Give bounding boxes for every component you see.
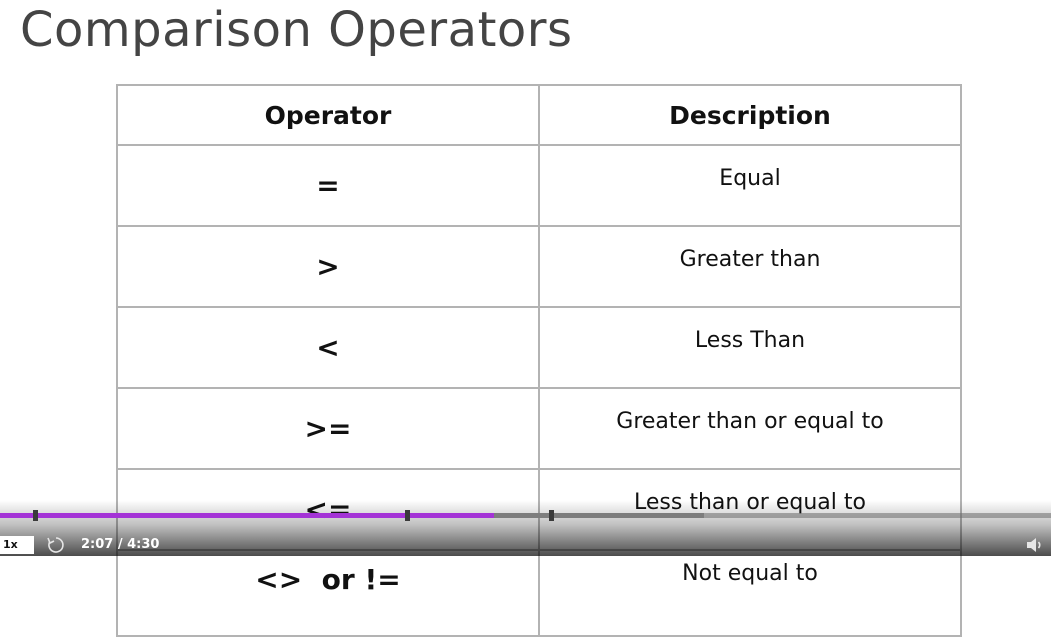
replay-icon[interactable] (46, 535, 66, 555)
chapter-marker[interactable] (405, 510, 410, 521)
slide-title: Comparison Operators (20, 2, 573, 58)
operator-cell: > (116, 225, 540, 308)
table-row: >= Greater than or equal to (116, 387, 962, 470)
playback-time: 2:07 / 4:30 (81, 537, 160, 552)
description-cell: Greater than (538, 225, 962, 308)
operator-cell: <> or != (116, 549, 540, 637)
operator-cell: >= (116, 387, 540, 470)
playback-speed-button[interactable]: 1x (0, 536, 34, 554)
operator-cell: < (116, 306, 540, 389)
volume-icon[interactable] (1024, 535, 1046, 555)
description-cell: Not equal to (538, 549, 962, 637)
table-row: <> or != Not equal to (116, 549, 962, 637)
operator-cell: = (116, 144, 540, 227)
header-description: Description (538, 84, 962, 146)
seek-progress (0, 513, 495, 518)
description-cell: Less Than (538, 306, 962, 389)
table-row: = Equal (116, 144, 962, 227)
chapter-marker[interactable] (549, 510, 554, 521)
chapter-marker[interactable] (33, 510, 38, 521)
table-header-row: Operator Description (116, 84, 962, 146)
description-cell: Equal (538, 144, 962, 227)
seek-bar[interactable] (0, 510, 1051, 521)
description-cell: Greater than or equal to (538, 387, 962, 470)
table-row: < Less Than (116, 306, 962, 389)
table-row: > Greater than (116, 225, 962, 308)
header-operator: Operator (116, 84, 540, 146)
